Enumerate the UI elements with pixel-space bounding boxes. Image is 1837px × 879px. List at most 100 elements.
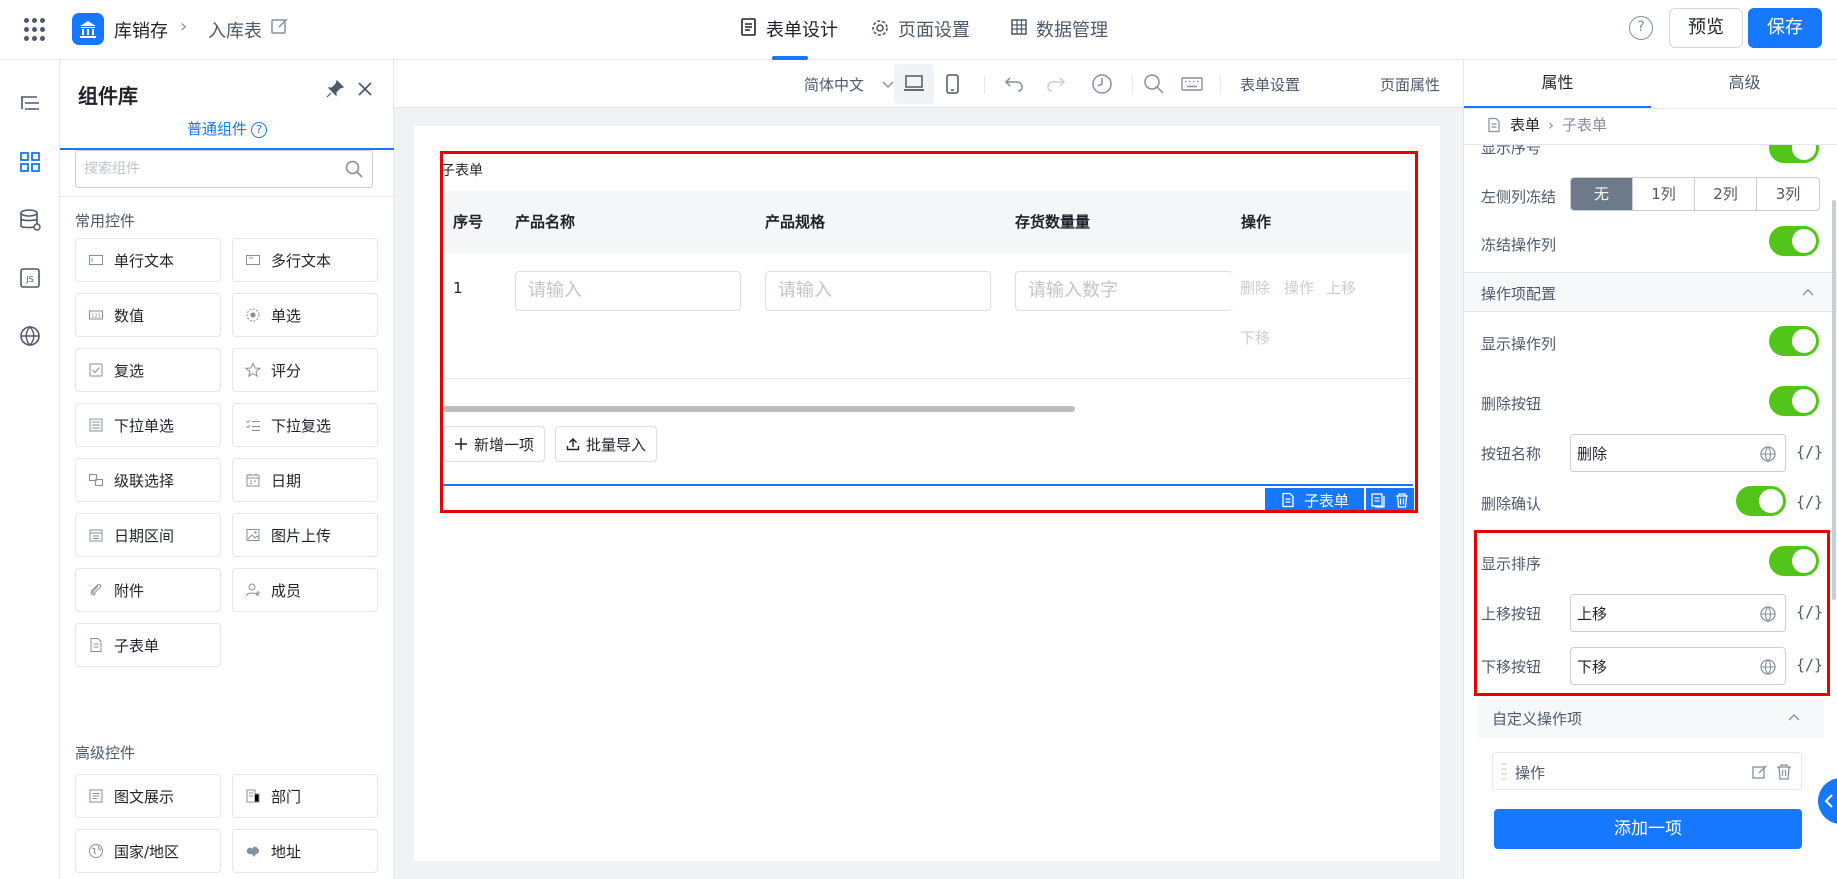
globe-icon[interactable]	[18, 324, 42, 348]
tab-common-components[interactable]: 普通组件?	[60, 108, 394, 150]
search-icon[interactable]	[1142, 72, 1166, 96]
database-settings-icon[interactable]	[18, 208, 42, 232]
divider	[1464, 108, 1837, 109]
components-grid-icon[interactable]	[18, 150, 42, 174]
js-icon[interactable]: JS	[18, 266, 42, 290]
app-name[interactable]: 库销存	[114, 17, 168, 43]
desktop-view-button[interactable]	[894, 64, 934, 104]
tab-advanced[interactable]: 高级	[1651, 60, 1837, 108]
pin-icon[interactable]	[324, 78, 346, 100]
component-image-upload[interactable]: 图片上传	[232, 513, 378, 557]
history-clock-icon[interactable]	[1090, 72, 1114, 96]
breadcrumb-form[interactable]: 表单	[1510, 114, 1540, 135]
form-doc-icon	[741, 18, 756, 36]
component-rich-text[interactable]: 图文展示	[75, 774, 221, 818]
freeze-option-none[interactable]: 无	[1571, 178, 1633, 210]
freeze-ops-toggle[interactable]	[1769, 226, 1819, 256]
tab-data-management[interactable]: 数据管理	[1010, 16, 1108, 60]
image-icon	[246, 529, 260, 541]
tab-page-settings[interactable]: 页面设置	[870, 16, 970, 60]
component-address[interactable]: 地址	[232, 829, 378, 873]
selected-subform-highlight	[440, 151, 1418, 513]
component-country[interactable]: 国家/地区	[75, 829, 221, 873]
search-input[interactable]	[76, 151, 316, 187]
search-icon[interactable]	[344, 159, 364, 179]
help-icon[interactable]: ?	[1629, 16, 1653, 40]
add-item-button[interactable]: 添加一项	[1494, 809, 1802, 849]
chevron-up-icon	[1802, 289, 1814, 296]
component-radio[interactable]: 单选	[232, 293, 378, 337]
edit-icon[interactable]	[1751, 763, 1769, 781]
delete-button-label: 删除按钮	[1481, 395, 1542, 413]
department-icon	[246, 789, 260, 803]
custom-op-label: 操作	[1515, 764, 1546, 782]
close-icon[interactable]	[354, 78, 376, 100]
mobile-view-icon[interactable]	[940, 72, 964, 96]
component-number[interactable]: 123 数值	[75, 293, 221, 337]
checkbox-icon	[89, 363, 103, 377]
language-label: 简体中文	[804, 75, 865, 94]
toolbar-divider	[1220, 76, 1221, 94]
component-label: 多行文本	[271, 251, 332, 270]
language-select[interactable]: 简体中文	[804, 60, 896, 108]
component-subform[interactable]: 子表单	[75, 623, 221, 667]
component-dropdown-multi[interactable]: 下拉复选	[232, 403, 378, 447]
component-member[interactable]: 成员	[232, 568, 378, 612]
freeze-option-2[interactable]: 2列	[1695, 178, 1757, 210]
panel-scrollbar[interactable]	[1832, 200, 1836, 600]
form-name[interactable]: 入库表	[208, 17, 262, 43]
button-name-input[interactable]	[1571, 435, 1741, 471]
left-rail: JS	[0, 60, 60, 879]
component-label: 成员	[271, 581, 302, 600]
save-button[interactable]: 保存	[1748, 8, 1822, 48]
single-text-icon	[89, 255, 103, 265]
freeze-option-3[interactable]: 3列	[1757, 178, 1819, 210]
paperclip-icon	[90, 583, 102, 596]
component-label: 单选	[271, 306, 302, 325]
breadcrumb-subform: 子表单	[1562, 116, 1608, 134]
outline-tree-icon[interactable]	[18, 92, 42, 116]
section-custom-ops[interactable]: 自定义操作项	[1478, 698, 1824, 738]
chevron-up-icon	[1788, 714, 1800, 721]
delete-button-toggle[interactable]	[1769, 386, 1819, 416]
show-ops-toggle[interactable]	[1769, 326, 1819, 356]
page-properties-button[interactable]: 页面属性	[1380, 60, 1440, 108]
floating-helper-button[interactable]	[1818, 778, 1837, 824]
tab-label: 普通组件	[186, 120, 247, 138]
component-single-text[interactable]: 单行文本	[75, 238, 221, 282]
component-date-range[interactable]: 日期区间	[75, 513, 221, 557]
component-cascade[interactable]: 级联选择	[75, 458, 221, 502]
show-index-toggle[interactable]	[1769, 145, 1819, 163]
component-label: 单行文本	[114, 251, 175, 270]
expression-icon[interactable]: {/}	[1796, 443, 1823, 461]
show-index-label: 显示序号	[1481, 145, 1542, 157]
edit-icon[interactable]	[270, 16, 290, 36]
keyboard-icon[interactable]	[1180, 72, 1204, 96]
component-dropdown-single[interactable]: 下拉单选	[75, 403, 221, 447]
preview-button[interactable]: 预览	[1669, 8, 1743, 48]
app-grid-icon[interactable]	[24, 18, 48, 42]
tab-properties[interactable]: 属性	[1464, 60, 1651, 108]
question-icon[interactable]: ?	[251, 122, 267, 138]
delete-confirm-toggle[interactable]	[1736, 486, 1786, 516]
component-department[interactable]: 部门	[232, 774, 378, 818]
component-attachment[interactable]: 附件	[75, 568, 221, 612]
component-multi-text[interactable]: 多行文本	[232, 238, 378, 282]
chevron-left-icon	[1824, 794, 1833, 808]
form-settings-button[interactable]: 表单设置	[1240, 60, 1300, 108]
globe-icon[interactable]	[1759, 445, 1777, 463]
undo-icon[interactable]	[1002, 72, 1026, 96]
section-ops-config[interactable]: 操作项配置	[1464, 272, 1837, 312]
redo-icon[interactable]	[1044, 72, 1068, 96]
tab-form-design[interactable]: 表单设计	[740, 16, 838, 60]
component-label: 图片上传	[271, 526, 332, 545]
component-checkbox[interactable]: 复选	[75, 348, 221, 392]
subform-icon	[90, 638, 102, 652]
trash-icon[interactable]	[1775, 763, 1793, 781]
expression-icon[interactable]: {/}	[1796, 493, 1823, 511]
component-date[interactable]: 日期	[232, 458, 378, 502]
component-rating[interactable]: 评分	[232, 348, 378, 392]
breadcrumb-chevron-icon: ›	[180, 16, 188, 37]
drag-handle-icon[interactable]	[1501, 762, 1507, 780]
freeze-option-1[interactable]: 1列	[1633, 178, 1695, 210]
